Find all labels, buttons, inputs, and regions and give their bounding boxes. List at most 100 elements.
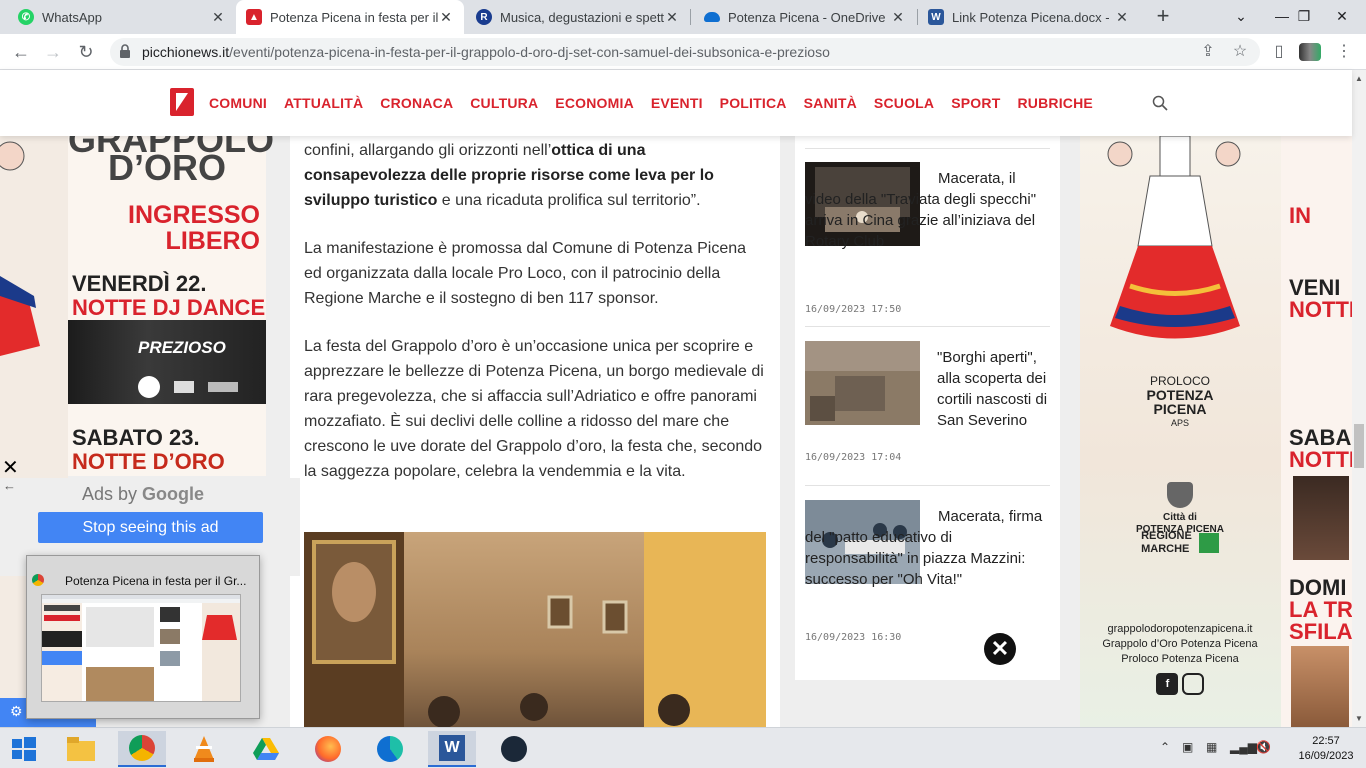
close-icon[interactable]: ✕ — [890, 9, 906, 26]
ad-right-strip[interactable]: IN VENI NOTTE SABA NOTTE DOMI LA TR SFIL… — [1281, 136, 1352, 727]
news-title[interactable]: Macerata, il video della "Traviata degli… — [805, 168, 1050, 252]
nav-rubriche[interactable]: RUBRICHE — [1017, 95, 1093, 111]
steam-icon — [501, 736, 527, 762]
tab-whatsapp[interactable]: ✆ WhatsApp ✕ — [8, 0, 236, 34]
taskbar-window-preview[interactable]: Potenza Picena in festa per il Gr... — [26, 555, 260, 719]
preview-thumbnail[interactable] — [41, 594, 241, 702]
firefox-button[interactable] — [304, 731, 352, 767]
scroll-up-arrow[interactable]: ▲ — [1355, 74, 1363, 83]
ad-close-button[interactable]: ✕ — [2, 458, 19, 478]
vlc-button[interactable] — [180, 731, 228, 767]
tray-app-icon[interactable]: ▣ — [1182, 740, 1193, 754]
tray-chevron-icon[interactable]: ⌃ — [1160, 740, 1170, 754]
proloco-text: POTENZA — [1146, 387, 1214, 403]
new-tab-button[interactable]: + — [1152, 5, 1174, 28]
chrome-taskbar-button[interactable] — [118, 731, 166, 767]
nav-sanita[interactable]: SANITÀ — [804, 95, 857, 111]
start-button[interactable] — [0, 731, 48, 767]
news-thumbnail[interactable] — [805, 341, 920, 425]
nav-economia[interactable]: ECONOMIA — [555, 95, 634, 111]
tab-title: WhatsApp — [42, 9, 102, 25]
news-title[interactable]: Macerata, firma del "patto educativo di … — [805, 506, 1050, 590]
ad-contacts: grappolodoropotenzapicena.it Grappolo d’… — [1095, 622, 1265, 695]
file-explorer-button[interactable] — [57, 731, 105, 767]
profile-avatar[interactable] — [1298, 40, 1322, 64]
close-icon[interactable]: ✕ — [1114, 9, 1130, 26]
address-bar[interactable]: picchionews.it/eventi/potenza-picena-in-… — [110, 38, 1260, 66]
gear-icon: ⚙ — [10, 703, 23, 719]
preview-thumbnail-illustration — [42, 595, 240, 701]
ad-social: Grappolo d’Oro Potenza Picena — [1102, 638, 1258, 650]
tab-title: Link Potenza Picena.docx - Mic — [952, 9, 1114, 25]
url-path: /eventi/potenza-picena-in-festa-per-il-g… — [229, 44, 830, 60]
url-text: picchionews.it/eventi/potenza-picena-in-… — [142, 44, 830, 60]
article-paragraph: confini, allargando gli orizzonti nell’o… — [304, 138, 766, 213]
nav-eventi[interactable]: EVENTI — [651, 95, 703, 111]
reload-button[interactable]: ↻ — [74, 40, 98, 64]
close-icon[interactable]: ✕ — [664, 9, 680, 26]
nav-cultura[interactable]: CULTURA — [470, 95, 538, 111]
article-text: confini, allargando gli orizzonti nell’ — [304, 142, 552, 159]
url-host: picchionews.it — [142, 44, 230, 60]
ad-social: Proloco Potenza Picena — [1121, 653, 1239, 665]
regione-text: REGIONE — [1141, 530, 1192, 542]
share-icon[interactable]: ⇪ — [1196, 40, 1220, 64]
article-photo[interactable] — [304, 532, 766, 727]
close-icon[interactable]: ✕ — [210, 9, 226, 26]
wifi-signal-icon[interactable]: ▂▄▆ — [1230, 740, 1257, 754]
tab-search-icon[interactable]: ⌄ — [1221, 0, 1261, 34]
close-window-button[interactable]: ✕ — [1322, 0, 1362, 34]
side-panel-icon[interactable]: ▯ — [1267, 40, 1291, 64]
stop-seeing-ad-button[interactable]: Stop seeing this ad — [38, 512, 263, 543]
news-item[interactable]: Macerata, il video della "Traviata degli… — [805, 148, 1050, 318]
steam-button[interactable] — [490, 731, 538, 767]
nav-cronaca[interactable]: CRONACA — [380, 95, 453, 111]
facebook-icon: f — [1156, 673, 1179, 695]
proloco-text: PICENA — [1153, 401, 1207, 417]
star-icon[interactable]: ☆ — [1228, 40, 1252, 64]
word-taskbar-button[interactable]: W — [428, 731, 476, 767]
scroll-down-arrow[interactable]: ▼ — [1355, 714, 1363, 723]
ad-back-button[interactable]: ← — [3, 478, 16, 493]
close-ad-circle-button[interactable]: ✕ — [984, 633, 1016, 665]
sidebar-news: Macerata, il video della "Traviata degli… — [795, 136, 1060, 680]
tray-network-icon[interactable]: ▦ — [1206, 740, 1217, 754]
tab-word[interactable]: W Link Potenza Picena.docx - Mic ✕ — [918, 0, 1140, 34]
nav-scuola[interactable]: SCUOLA — [874, 95, 934, 111]
ad-strip-text: NOTTE — [1289, 297, 1352, 322]
news-item[interactable]: "Borghi aperti", alla scoperta dei corti… — [805, 326, 1050, 476]
ad-libero: LIBERO — [165, 227, 260, 255]
ad-headline: D’ORO — [107, 147, 226, 188]
taskbar-clock[interactable]: 22:57 16/09/2023 — [1296, 734, 1356, 764]
close-icon[interactable]: ✕ — [438, 9, 454, 26]
tab-separator — [690, 9, 691, 25]
google-drive-button[interactable] — [242, 731, 290, 767]
maximize-button[interactable]: ❐ — [1284, 0, 1324, 34]
volume-muted-icon[interactable]: 🔇 — [1256, 740, 1271, 754]
search-icon[interactable] — [1152, 95, 1168, 111]
ad-notte-dj: NOTTE DJ DANCE — [72, 295, 266, 320]
tab-musica[interactable]: R Musica, degustazioni e spettac ✕ — [466, 0, 690, 34]
nav-politica[interactable]: POLITICA — [720, 95, 787, 111]
chrome-icon — [32, 574, 44, 586]
tab-active-article[interactable]: ▲ Potenza Picena in festa per il G ✕ — [236, 0, 464, 34]
firefox-icon — [315, 736, 341, 762]
back-button[interactable]: ← — [9, 40, 33, 64]
article-paragraph: La manifestazione è promossa dal Comune … — [304, 240, 747, 307]
forward-button[interactable]: → — [41, 40, 65, 64]
ad-strip-photo — [1293, 476, 1349, 560]
news-title[interactable]: "Borghi aperti", alla scoperta dei corti… — [937, 347, 1050, 431]
vlc-icon — [194, 736, 214, 762]
nav-comuni[interactable]: COMUNI — [209, 95, 267, 111]
clock-date: 16/09/2023 — [1298, 750, 1354, 762]
ad-left-grappolo[interactable]: GRAPPOLO D’ORO INGRESSO LIBERO VENERDÌ 2… — [68, 136, 274, 476]
edge-button[interactable] — [366, 731, 414, 767]
page-scrollbar[interactable]: ▲ ▼ — [1352, 70, 1366, 727]
news-item[interactable]: Macerata, firma del "patto educativo di … — [805, 485, 1050, 665]
scrollbar-thumb[interactable] — [1354, 424, 1364, 468]
picchionews-logo[interactable] — [170, 88, 194, 116]
nav-attualita[interactable]: ATTUALITÀ — [284, 95, 363, 111]
menu-icon[interactable]: ⋮ — [1332, 40, 1356, 64]
nav-sport[interactable]: SPORT — [951, 95, 1000, 111]
tab-onedrive[interactable]: Potenza Picena - OneDrive ✕ — [694, 0, 916, 34]
